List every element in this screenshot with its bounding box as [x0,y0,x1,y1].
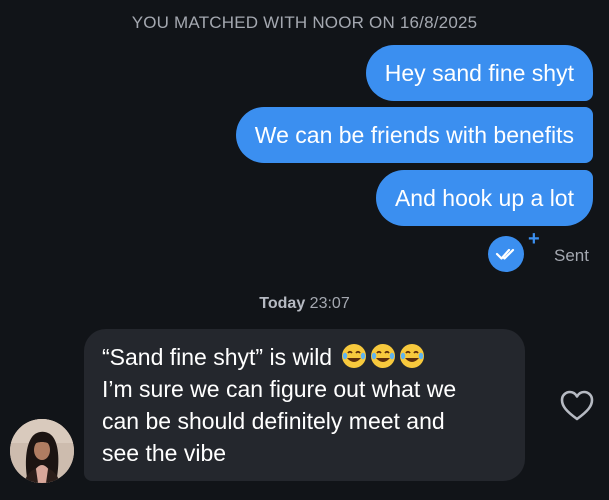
double-check-icon [488,236,524,272]
timestamp-time: 23:07 [309,295,350,312]
read-receipt: + [488,229,540,272]
message-text: We can be friends with benefits [254,122,574,148]
message-text: Hey sand fine shyt [384,60,574,86]
outgoing-message-bubble[interactable]: We can be friends with benefits [235,107,593,163]
laughing-emoji-group [338,344,425,370]
message-text: “Sand fine shyt” is wild [102,344,333,370]
sent-status: Sent [554,246,589,265]
message-line: can be should definitely meet and [102,408,445,434]
match-header: YOU MATCHED WITH NOOR ON 16/8/2025 [131,13,478,32]
tears-of-joy-icon [371,344,396,368]
timestamp-day: Today [259,295,306,312]
message-timestamp: Today 23:07 [0,295,609,313]
message-line: “Sand fine shyt” is wild [102,341,507,373]
tears-of-joy-icon [342,344,367,368]
message-line: I’m sure we can figure out what we [102,376,457,402]
message-text: And hook up a lot [394,185,574,211]
outgoing-message-bubble[interactable]: Hey sand fine shyt [365,45,593,101]
message-line: see the vibe [102,440,227,466]
incoming-message-bubble[interactable]: “Sand fine shyt” is wild I’m sure we can… [84,329,525,481]
outgoing-message-bubble[interactable]: And hook up a lot [375,170,593,226]
heart-outline-icon[interactable] [560,390,594,422]
avatar[interactable] [10,419,74,483]
plus-icon: + [528,228,540,250]
profile-photo-icon [10,419,74,483]
tears-of-joy-icon [400,344,425,368]
